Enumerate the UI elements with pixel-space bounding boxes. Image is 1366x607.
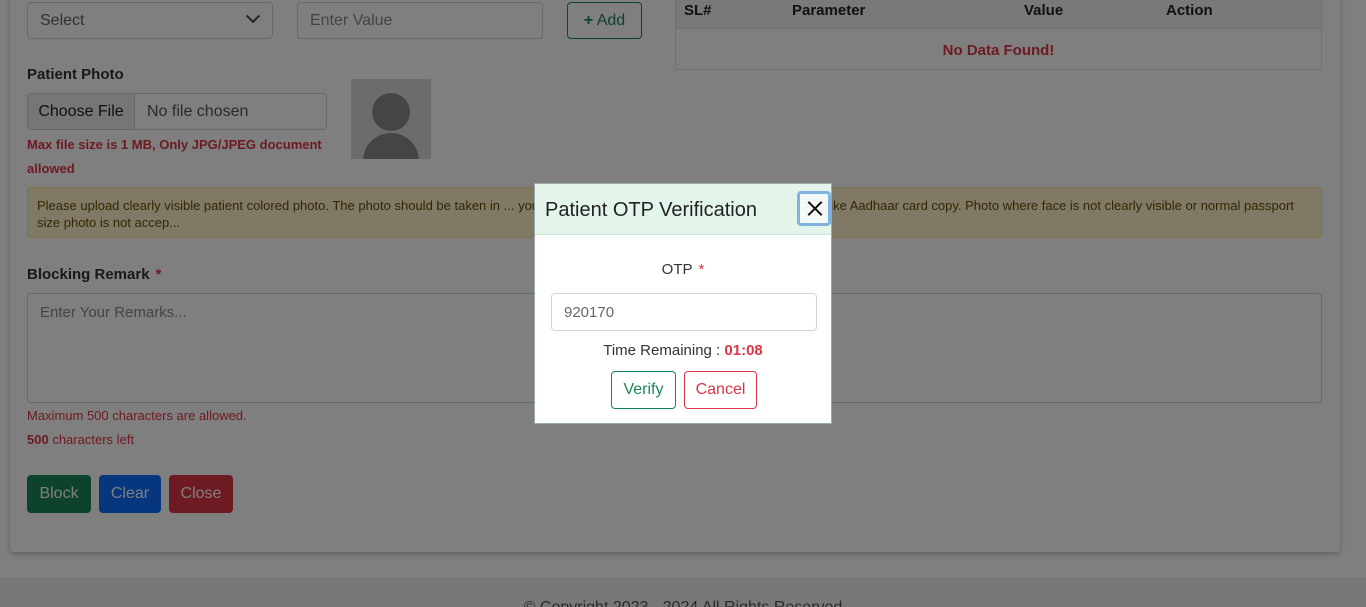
time-remaining-label: Time Remaining : xyxy=(603,342,721,359)
otp-input[interactable]: 920170 xyxy=(551,293,817,331)
cancel-button[interactable]: Cancel xyxy=(684,371,757,409)
otp-label: OTP * xyxy=(535,261,831,278)
time-remaining-value: 01:08 xyxy=(724,342,763,359)
otp-verification-modal: Patient OTP Verification OTP * 920170 Tim… xyxy=(534,183,832,424)
time-remaining: Time Remaining : 01:08 xyxy=(535,342,831,359)
otp-label-text: OTP xyxy=(661,261,693,278)
modal-header: Patient OTP Verification xyxy=(535,184,831,235)
verify-button[interactable]: Verify xyxy=(611,371,676,409)
otp-required-mark: * xyxy=(698,261,705,278)
close-icon[interactable] xyxy=(797,191,831,226)
modal-title: Patient OTP Verification xyxy=(545,199,757,221)
